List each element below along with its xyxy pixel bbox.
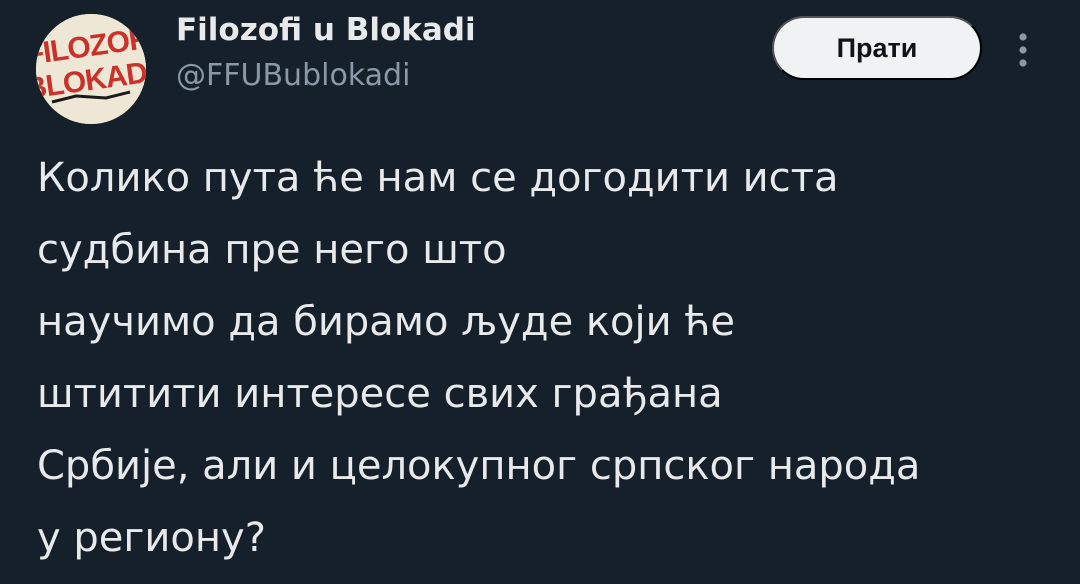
avatar[interactable]: FILOZOFI BLOKADI xyxy=(36,14,146,124)
tweet-card: FILOZOFI BLOKADI Filozofi u Blokadi @FFU… xyxy=(0,0,1080,584)
tweet-text: Колико пута ће нам се догодити иста судб… xyxy=(37,155,921,561)
author-name[interactable]: Filozofi u Blokadi xyxy=(176,12,476,48)
more-vertical-icon[interactable] xyxy=(1008,28,1038,72)
author-handle[interactable]: @FFUBublokadi xyxy=(176,58,410,93)
more-vertical-icon-svg xyxy=(1019,33,1027,67)
filozofi-u-blokadi-logo: FILOZOFI BLOKADI xyxy=(36,14,146,124)
follow-button[interactable]: Прати xyxy=(772,16,982,80)
